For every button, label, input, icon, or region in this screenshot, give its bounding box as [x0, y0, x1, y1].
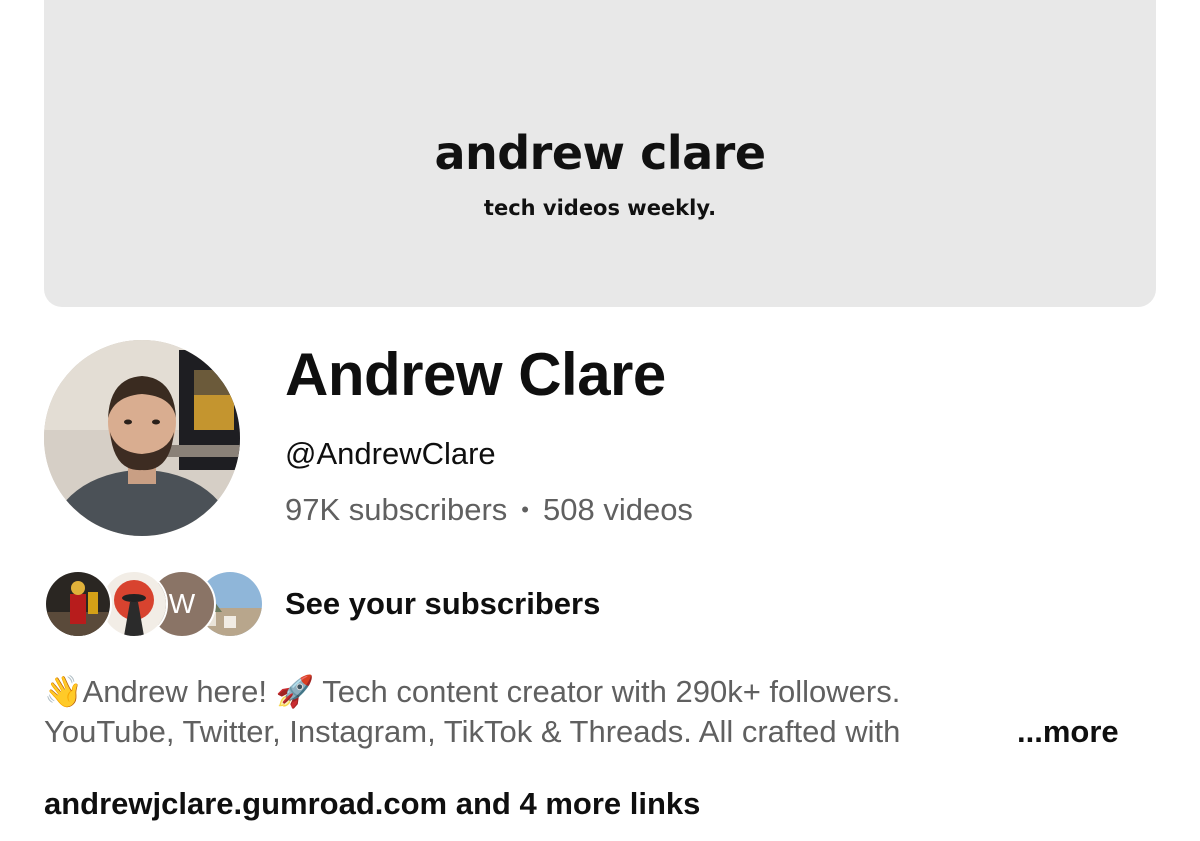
description-line-1: 👋Andrew here! 🚀 Tech content creator wit… [44, 674, 901, 709]
separator-dot: • [521, 497, 529, 522]
subscriber-avatar-1 [44, 570, 112, 638]
video-count: 508 videos [542, 492, 693, 527]
more-button[interactable]: ...more [1009, 712, 1119, 752]
channel-stats: 97K subscribers • 508 videos [285, 490, 693, 530]
channel-description[interactable]: 👋Andrew here! 🚀 Tech content creator wit… [44, 672, 1164, 752]
channel-name: Andrew Clare [285, 341, 666, 408]
subscriber-count: 97K subscribers [285, 492, 508, 527]
banner-title: andrew clare [434, 126, 766, 180]
channel-links[interactable]: andrewjclare.gumroad.com and 4 more link… [44, 784, 700, 824]
subscriber-avatars[interactable]: W [44, 570, 264, 638]
channel-avatar[interactable] [44, 340, 240, 536]
text-fade [939, 712, 1009, 752]
see-subscribers-link[interactable]: See your subscribers [285, 584, 600, 624]
banner-tagline: tech videos weekly. [483, 196, 717, 220]
channel-handle: @AndrewClare [285, 436, 496, 471]
description-line-2: YouTube, Twitter, Instagram, TikTok & Th… [44, 712, 1164, 752]
description-line-2-text: YouTube, Twitter, Instagram, TikTok & Th… [44, 714, 901, 749]
channel-banner: andrew clare tech videos weekly. [44, 0, 1156, 307]
